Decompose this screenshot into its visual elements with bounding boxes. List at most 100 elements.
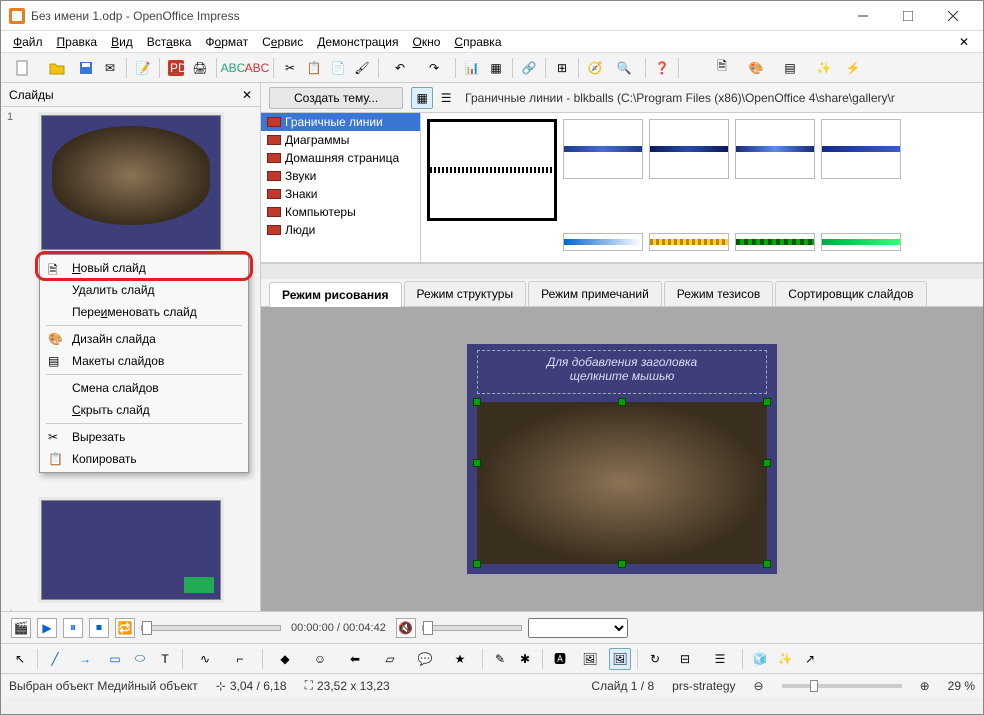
rect-tool[interactable]: ▭ [104,648,126,670]
gallery-list-view-button[interactable]: ☰ [435,87,457,109]
media-volume-slider[interactable] [422,625,522,631]
media-play-button[interactable]: ▶ [37,618,57,638]
tab-handout[interactable]: Режим тезисов [664,281,774,306]
interaction-tool[interactable]: ✨ [774,648,796,670]
media-position-slider[interactable] [141,625,281,631]
ctx-delete-slide[interactable]: Удалить слайд [42,279,246,301]
gallery-item[interactable] [735,119,815,179]
zoom-slider[interactable] [782,684,902,688]
edit-mode-button[interactable]: 📝 [132,57,154,79]
gallery-category[interactable]: Граничные линии [261,113,420,131]
media-object[interactable] [477,402,767,564]
pdf-export-button[interactable]: PDF [165,57,187,79]
gallery-item[interactable] [821,119,901,179]
menu-view[interactable]: Вид [105,33,139,51]
media-insert-button[interactable]: 🎬 [11,618,31,638]
gallery-category[interactable]: Знаки [261,185,420,203]
ctx-slide-transition[interactable]: Смена слайдов [42,377,246,399]
menu-edit[interactable]: Правка [51,33,104,51]
interaction-button[interactable]: ⚡ [842,57,864,79]
ctx-rename-slide[interactable]: Переименовать слайд [42,301,246,323]
curve-tool[interactable]: ∿ [189,648,221,670]
tab-sorter[interactable]: Сортировщик слайдов [775,281,926,306]
stars-tool[interactable]: ★ [444,648,476,670]
menu-slideshow[interactable]: Демонстрация [311,33,404,51]
gallery-item[interactable] [735,233,815,251]
ctx-hide-slide[interactable]: Скрыть слайд [42,399,246,421]
arrange-tool[interactable]: ☰ [704,648,736,670]
gallery-item[interactable] [649,119,729,179]
gluepoints-tool[interactable]: ✱ [514,648,536,670]
menu-tools[interactable]: Сервис [256,33,309,51]
text-tool[interactable]: T [154,648,176,670]
ctx-cut[interactable]: ✂Вырезать [42,426,246,448]
media-loop-button[interactable]: 🔁 [115,618,135,638]
media-pause-button[interactable]: ⏸ [63,618,83,638]
slide-button[interactable]: 🗎 [706,57,738,79]
spellcheck-button[interactable]: ABC [222,57,244,79]
align-tool[interactable]: ⊟ [669,648,701,670]
gallery-tool[interactable]: 🖼 [609,648,631,670]
auto-spellcheck-button[interactable]: ABC [246,57,268,79]
rotate-tool[interactable]: ↻ [644,648,666,670]
slide-layout-button[interactable]: ▤ [774,57,806,79]
gallery-category[interactable]: Диаграммы [261,131,420,149]
doc-close-icon[interactable]: ✕ [953,33,975,51]
media-zoom-select[interactable] [528,618,628,638]
slide-design-button[interactable]: 🎨 [740,57,772,79]
gallery-item[interactable] [821,233,901,251]
new-doc-button[interactable] [7,57,39,79]
line-tool[interactable]: ╱ [44,648,66,670]
print-button[interactable]: 🖨 [189,57,211,79]
gallery-item[interactable] [649,233,729,251]
tab-outline[interactable]: Режим структуры [404,281,527,306]
zoom-out-button[interactable]: ⊖ [754,679,764,693]
menu-file[interactable]: Файл [7,33,49,51]
ctx-new-slide[interactable]: 🗎Новый слайд [42,257,246,279]
table-button[interactable]: ▦ [485,57,507,79]
copy-button[interactable]: 📋 [303,57,325,79]
gallery-category[interactable]: Люди [261,221,420,239]
ctx-copy[interactable]: 📋Копировать [42,448,246,470]
animation-tool[interactable]: ↗ [799,648,821,670]
media-stop-button[interactable]: ⏹ [89,618,109,638]
points-tool[interactable]: ✎ [489,648,511,670]
minimize-button[interactable] [840,1,885,31]
slides-panel-close-icon[interactable]: ✕ [242,88,252,102]
fontwork-tool[interactable]: 🅰 [549,648,571,670]
maximize-button[interactable] [885,1,930,31]
zoom-in-button[interactable]: ⊕ [920,679,930,693]
save-button[interactable] [75,57,97,79]
slide-canvas[interactable]: Для добавления заголовка щелкните мышью [261,307,983,611]
format-paintbrush-button[interactable]: 🖌 [351,57,373,79]
animation-button[interactable]: ✨ [808,57,840,79]
gallery-category[interactable]: Компьютеры [261,203,420,221]
zoom-button[interactable]: 🔍 [608,57,640,79]
slide-thumbnail-1[interactable] [41,115,221,250]
slide-thumbnail-3[interactable] [41,500,221,600]
connector-tool[interactable]: ⌐ [224,648,256,670]
basic-shapes-tool[interactable]: ◆ [269,648,301,670]
extrusion-tool[interactable]: 🧊 [749,648,771,670]
create-theme-button[interactable]: Создать тему... [269,87,403,109]
gallery-category[interactable]: Домашняя страница [261,149,420,167]
redo-button[interactable]: ↷ [418,57,450,79]
gallery-item[interactable] [427,119,557,221]
close-button[interactable] [930,1,975,31]
hyperlink-button[interactable]: 🔗 [518,57,540,79]
tab-notes[interactable]: Режим примечаний [528,281,662,306]
chart-button[interactable]: 📊 [461,57,483,79]
block-arrows-tool[interactable]: ⬅ [339,648,371,670]
title-placeholder[interactable]: Для добавления заголовка щелкните мышью [477,350,767,394]
email-button[interactable]: ✉ [99,57,121,79]
grid-button[interactable]: ⊞ [551,57,573,79]
gallery-category[interactable]: Звуки [261,167,420,185]
tab-drawing[interactable]: Режим рисования [269,282,402,307]
ellipse-tool[interactable]: ⬭ [129,648,151,670]
open-button[interactable] [41,57,73,79]
ctx-slide-layouts[interactable]: ▤Макеты слайдов [42,350,246,372]
cut-button[interactable]: ✂ [279,57,301,79]
callouts-tool[interactable]: 💬 [409,648,441,670]
from-file-tool[interactable]: 🖼 [574,648,606,670]
undo-button[interactable]: ↶ [384,57,416,79]
